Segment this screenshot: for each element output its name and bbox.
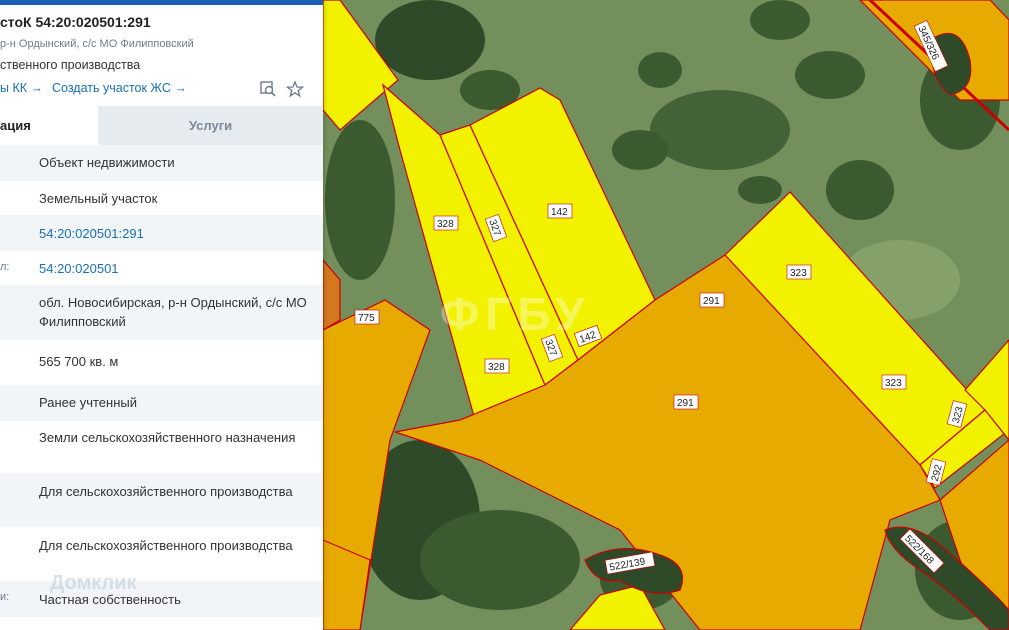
row-value: Для сельскохозяйственного производства	[39, 484, 293, 499]
svg-text:328: 328	[437, 219, 454, 230]
cadastral-number-link[interactable]: 54:20:020501:291	[39, 224, 319, 243]
row-category: Земли сельскохозяйственного назначения	[0, 421, 323, 473]
label-323-b: 323	[881, 374, 907, 390]
svg-text:142: 142	[551, 207, 568, 218]
star-icon[interactable]	[286, 80, 304, 98]
row-area: 565 700 кв. м	[0, 340, 323, 385]
row-permitted-use-doc: Для сельскохозяйственного производства	[0, 527, 323, 581]
row-value: Ранее учтенный	[39, 395, 137, 410]
label-142-a: 142	[547, 203, 573, 219]
svg-text:291: 291	[703, 296, 720, 307]
svg-text:ФГБУ: ФГБУ	[440, 288, 590, 340]
panel-top-bar	[0, 0, 323, 5]
label-291-b: 291	[673, 394, 699, 410]
row-label: и:	[0, 591, 10, 603]
svg-text:323: 323	[885, 378, 902, 389]
label-328-a: 328	[433, 215, 459, 231]
svg-text:323: 323	[790, 268, 807, 279]
row-object-type: Объект недвижимости	[0, 145, 323, 181]
row-value: 565 700 кв. м	[39, 354, 119, 369]
row-value: Земельный участок	[39, 191, 158, 206]
row-kind: Земельный участок	[0, 181, 323, 215]
row-address: обл. Новосибирская, р-н Ордынский, с/с М…	[0, 285, 323, 340]
search-map-icon[interactable]	[259, 80, 277, 98]
row-quarter: л: 54:20:020501	[0, 251, 323, 285]
label-775: 775	[354, 309, 380, 325]
panel-tabs: ация Услуги	[0, 106, 323, 145]
row-cadastral-number: 54:20:020501:291	[0, 215, 323, 251]
label-291-a: 291	[699, 292, 725, 308]
info-panel: стоК 54:20:020501:291 р-н Ордынский, с/с…	[0, 0, 323, 630]
panel-title: стоК 54:20:020501:291	[0, 14, 151, 30]
panel-purpose-short: ственного производства	[0, 58, 141, 72]
row-value: Для сельскохозяйственного производства	[39, 538, 293, 553]
svg-text:328: 328	[488, 362, 505, 373]
row-label: л:	[0, 261, 10, 273]
label-328-b: 328	[484, 358, 510, 374]
domclick-watermark: Домклик	[50, 572, 137, 594]
quarter-link[interactable]: 54:20:020501	[39, 259, 319, 278]
tab-services[interactable]: Услуги	[98, 106, 323, 145]
label-323-a: 323	[786, 264, 812, 280]
row-ownership: и: Частная собственность	[0, 581, 323, 617]
create-parcel-link[interactable]: Создать участок ЖС →	[52, 81, 187, 95]
row-value: Земли сельскохозяйственного назначения	[39, 430, 296, 445]
svg-text:775: 775	[358, 313, 375, 324]
row-permitted-use: Для сельскохозяйственного производства	[0, 473, 323, 527]
svg-text:291: 291	[677, 398, 694, 409]
row-value: Объект недвижимости	[39, 155, 175, 170]
row-value: обл. Новосибирская, р-н Ордынский, с/с М…	[39, 295, 307, 329]
kk-link[interactable]: ы КК →	[0, 81, 43, 95]
panel-address-short: р-н Ордынский, с/с МО Филипповский	[0, 38, 194, 50]
row-status: Ранее учтенный	[0, 385, 323, 421]
tab-information[interactable]: ация	[0, 106, 98, 145]
